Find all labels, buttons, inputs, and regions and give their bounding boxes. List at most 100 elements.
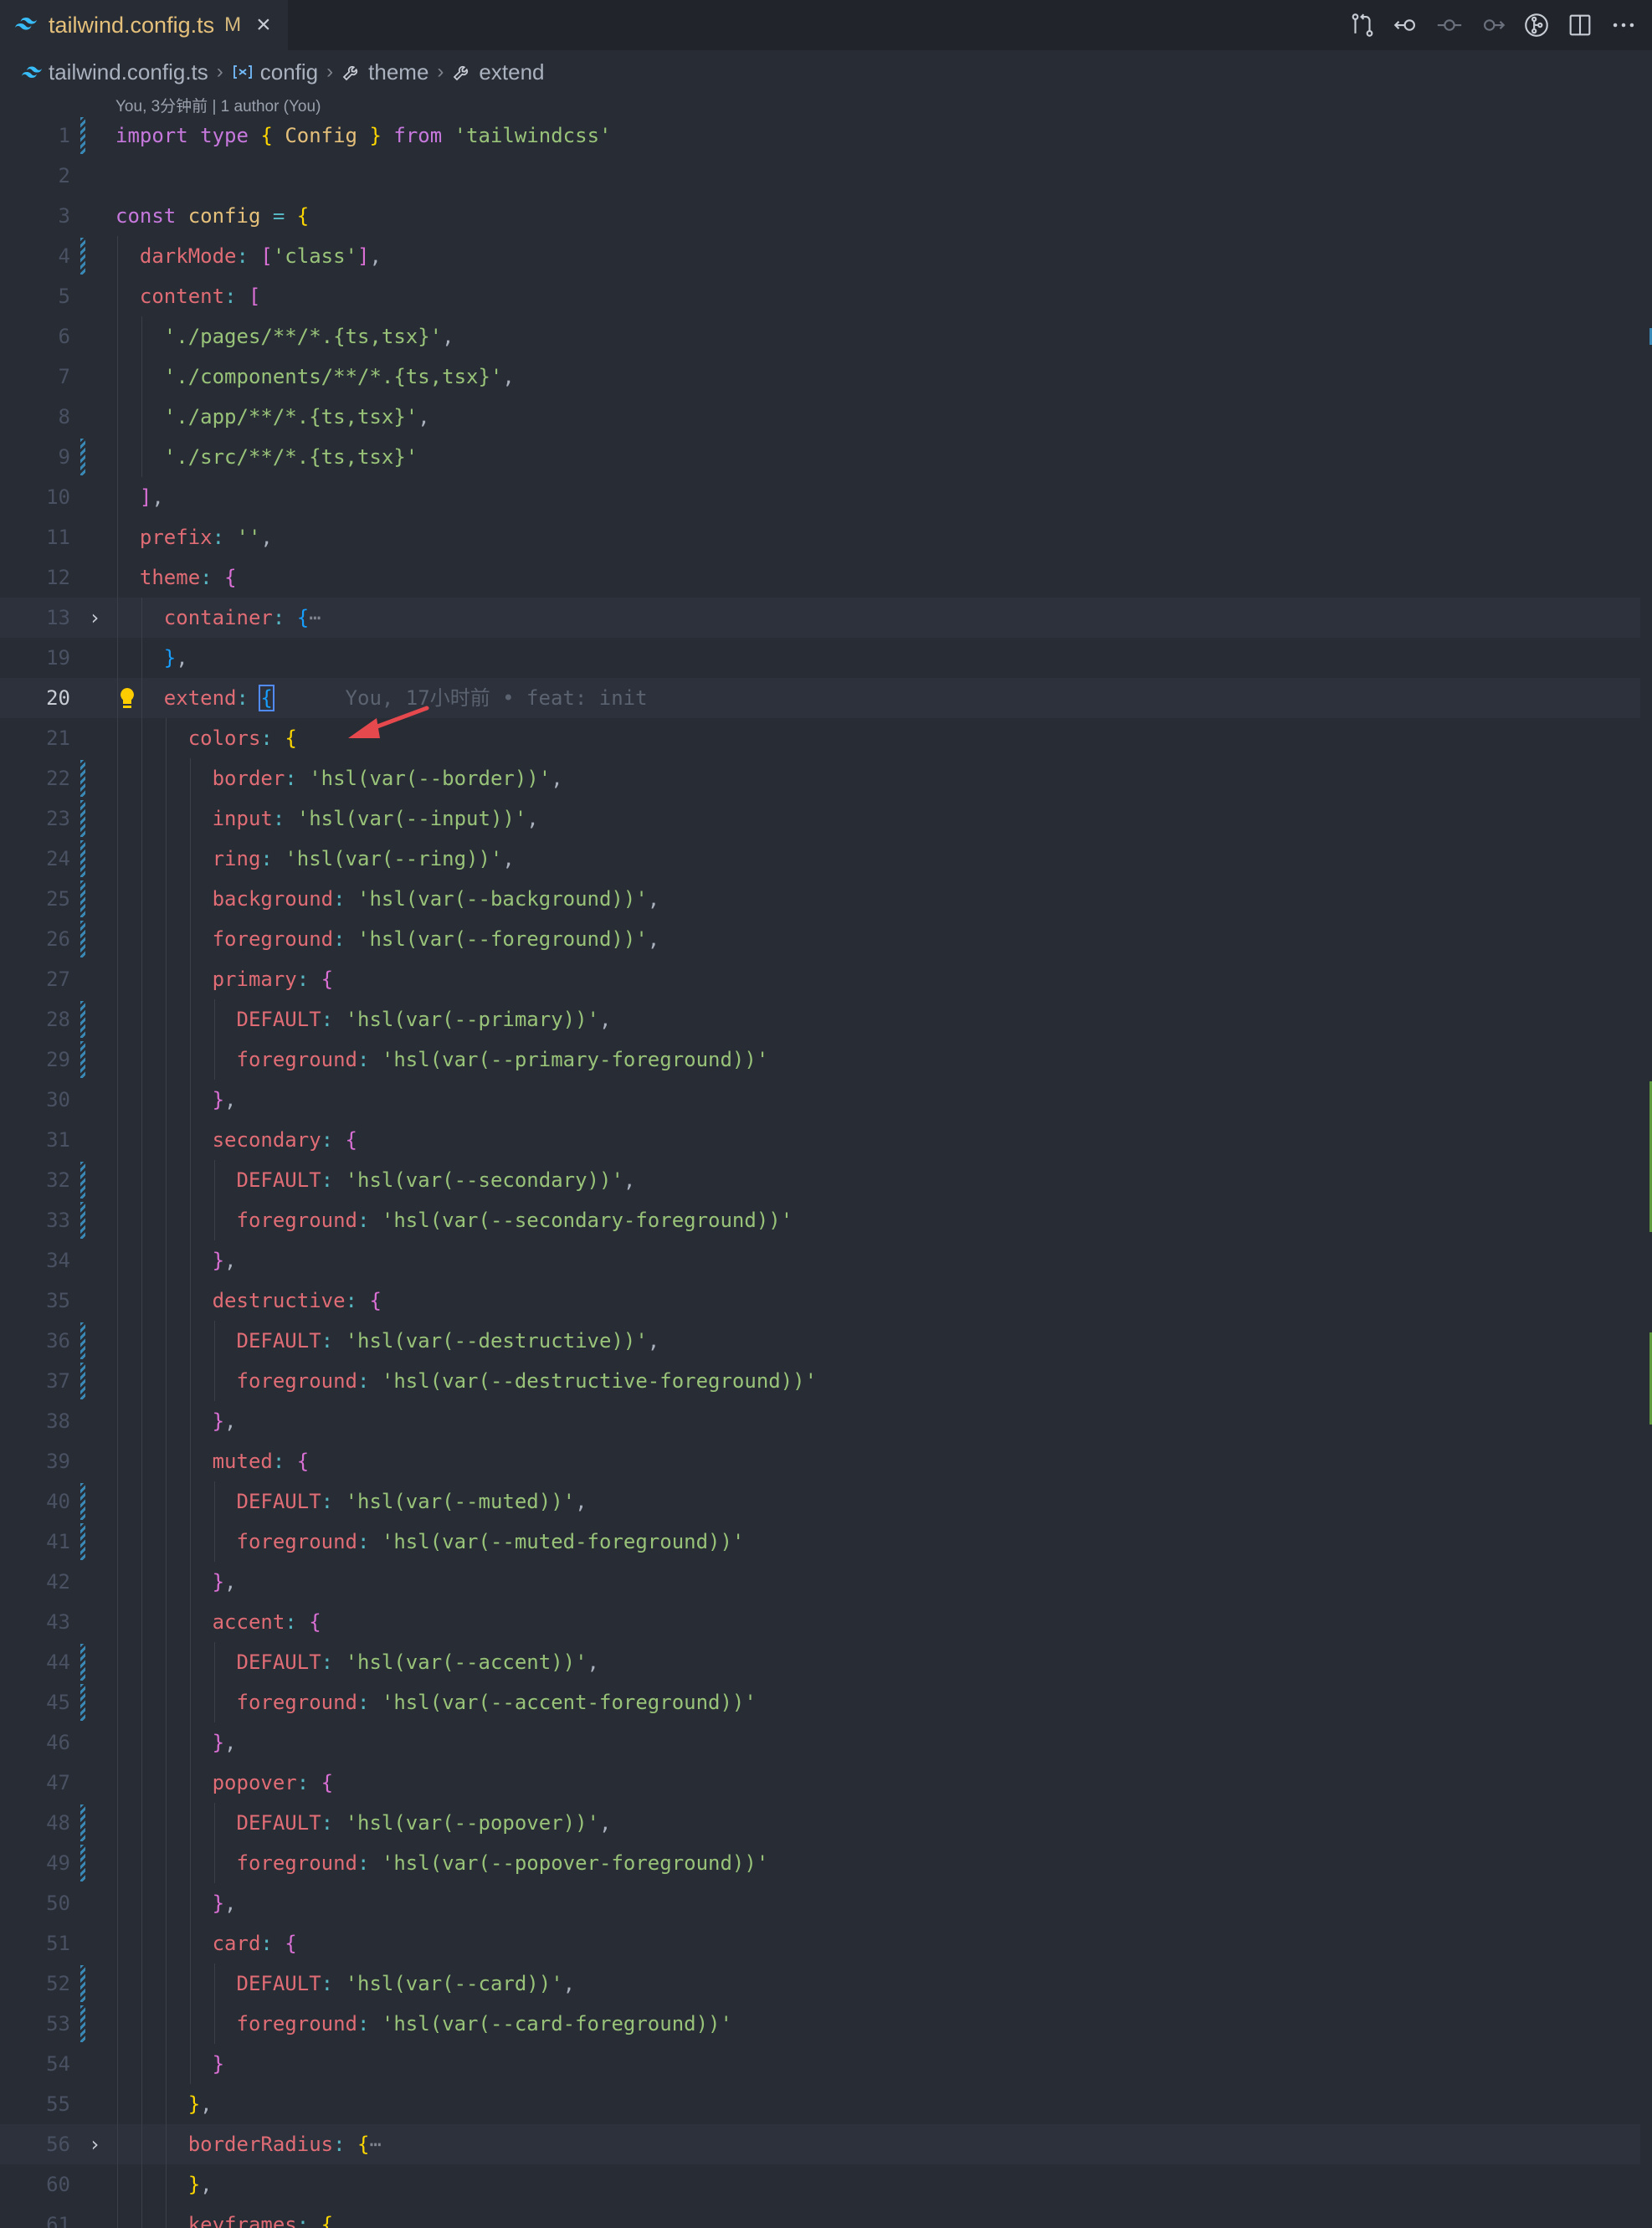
- git-change-indicator[interactable]: [80, 1162, 85, 1199]
- code-line[interactable]: 37 foreground: 'hsl(var(--destructive-fo…: [0, 1361, 1652, 1401]
- more-icon[interactable]: [1605, 7, 1642, 44]
- git-lens-icon[interactable]: [1518, 7, 1555, 44]
- git-change-indicator[interactable]: [80, 1644, 85, 1681]
- git-change-indicator[interactable]: [80, 800, 85, 837]
- code-line[interactable]: 25 background: 'hsl(var(--background))',: [0, 879, 1652, 919]
- split-editor-icon[interactable]: [1562, 7, 1598, 44]
- git-change-indicator[interactable]: [80, 238, 85, 275]
- git-change-indicator[interactable]: [80, 921, 85, 957]
- compare-changes-icon[interactable]: [1344, 7, 1381, 44]
- code-line[interactable]: 55 },: [0, 2084, 1652, 2124]
- fold-chevron-icon[interactable]: ›: [89, 2124, 100, 2164]
- git-change-indicator[interactable]: [80, 760, 85, 797]
- go-back-icon[interactable]: [1388, 7, 1424, 44]
- git-change-indicator[interactable]: [80, 1845, 85, 1881]
- breadcrumb-extend[interactable]: extend: [452, 59, 545, 85]
- code-line[interactable]: 50 },: [0, 1883, 1652, 1923]
- git-change-indicator[interactable]: [80, 880, 85, 917]
- code-line[interactable]: 45 foreground: 'hsl(var(--accent-foregro…: [0, 1682, 1652, 1722]
- code-line[interactable]: 9 './src/**/*.{ts,tsx}': [0, 437, 1652, 477]
- code-line[interactable]: 2: [0, 156, 1652, 196]
- git-change-indicator[interactable]: [80, 1363, 85, 1399]
- code-line[interactable]: 44 DEFAULT: 'hsl(var(--accent))',: [0, 1642, 1652, 1682]
- code-line[interactable]: 23 input: 'hsl(var(--input))',: [0, 798, 1652, 839]
- code-line[interactable]: 51 card: {: [0, 1923, 1652, 1964]
- code-line[interactable]: 48 DEFAULT: 'hsl(var(--popover))',: [0, 1803, 1652, 1843]
- git-change-indicator[interactable]: [80, 1523, 85, 1560]
- code-line[interactable]: 35 destructive: {: [0, 1281, 1652, 1321]
- code-line[interactable]: 21 colors: {: [0, 718, 1652, 758]
- code-line[interactable]: 56 › borderRadius: {⋯: [0, 2124, 1652, 2164]
- git-change-indicator[interactable]: [80, 840, 85, 877]
- tab-tailwind-config[interactable]: tailwind.config.ts M ×: [0, 0, 288, 50]
- code-line[interactable]: 40 DEFAULT: 'hsl(var(--muted))',: [0, 1481, 1652, 1522]
- code-line[interactable]: 34 },: [0, 1240, 1652, 1281]
- go-forward-icon[interactable]: [1475, 7, 1511, 44]
- git-change-indicator[interactable]: [80, 1483, 85, 1520]
- code-line[interactable]: 53 foreground: 'hsl(var(--card-foregroun…: [0, 2004, 1652, 2044]
- close-tab-icon[interactable]: ×: [256, 13, 271, 38]
- git-change-indicator[interactable]: [80, 1202, 85, 1239]
- code-line[interactable]: 36 DEFAULT: 'hsl(var(--destructive))',: [0, 1321, 1652, 1361]
- code-line[interactable]: 13 › container: {⋯: [0, 598, 1652, 638]
- code-line[interactable]: 20 extend: { You, 17小时前 • feat: init: [0, 678, 1652, 718]
- code-line[interactable]: 61 keyframes: {: [0, 2205, 1652, 2228]
- code-line[interactable]: 38 },: [0, 1401, 1652, 1441]
- code-line[interactable]: 28 DEFAULT: 'hsl(var(--primary))',: [0, 999, 1652, 1040]
- breadcrumb-file[interactable]: tailwind.config.ts: [22, 59, 208, 85]
- code-line[interactable]: 29 foreground: 'hsl(var(--primary-foregr…: [0, 1040, 1652, 1080]
- git-change-indicator[interactable]: [80, 1804, 85, 1841]
- overview-ruler[interactable]: [1640, 94, 1652, 2228]
- code-line[interactable]: 12 theme: {: [0, 557, 1652, 598]
- git-change-indicator[interactable]: [80, 1041, 85, 1078]
- code-line[interactable]: 4 darkMode: ['class'],: [0, 236, 1652, 276]
- inline-blame[interactable]: You, 17小时前 • feat: init: [273, 686, 648, 710]
- code-line[interactable]: 41 foreground: 'hsl(var(--muted-foregrou…: [0, 1522, 1652, 1562]
- breadcrumb-config[interactable]: config: [232, 59, 318, 85]
- code-line[interactable]: 52 DEFAULT: 'hsl(var(--card))',: [0, 1964, 1652, 2004]
- code-line[interactable]: 43 accent: {: [0, 1602, 1652, 1642]
- code-text: muted: {: [115, 1441, 310, 1481]
- code-line[interactable]: 6 './pages/**/*.{ts,tsx}',: [0, 316, 1652, 357]
- code-line[interactable]: 47 popover: {: [0, 1763, 1652, 1803]
- code-line[interactable]: 26 foreground: 'hsl(var(--foreground))',: [0, 919, 1652, 959]
- code-line[interactable]: 30 },: [0, 1080, 1652, 1120]
- code-line[interactable]: 33 foreground: 'hsl(var(--secondary-fore…: [0, 1200, 1652, 1240]
- code-line[interactable]: 3 const config = {: [0, 196, 1652, 236]
- code-line[interactable]: 60 },: [0, 2164, 1652, 2205]
- code-editor[interactable]: 1 import type { Config } from 'tailwindcs…: [0, 116, 1652, 2228]
- code-line[interactable]: 49 foreground: 'hsl(var(--popover-foregr…: [0, 1843, 1652, 1883]
- code-line[interactable]: 1 import type { Config } from 'tailwindcs…: [0, 116, 1652, 156]
- git-change-indicator[interactable]: [80, 1965, 85, 2002]
- commit-icon[interactable]: [1431, 7, 1468, 44]
- git-change-indicator[interactable]: [80, 1322, 85, 1359]
- git-change-indicator[interactable]: [80, 2005, 85, 2042]
- code-line[interactable]: 24 ring: 'hsl(var(--ring))',: [0, 839, 1652, 879]
- code-line[interactable]: 5 content: [: [0, 276, 1652, 316]
- code-line[interactable]: 22 border: 'hsl(var(--border))',: [0, 758, 1652, 798]
- line-number: 37: [46, 1369, 70, 1393]
- code-line[interactable]: 8 './app/**/*.{ts,tsx}',: [0, 397, 1652, 437]
- git-change-indicator[interactable]: [80, 439, 85, 475]
- codelens-blame[interactable]: You, 3分钟前 | 1 author (You): [115, 94, 321, 116]
- code-line[interactable]: 10 ],: [0, 477, 1652, 517]
- code-line[interactable]: 54 }: [0, 2044, 1652, 2084]
- code-line[interactable]: 42 },: [0, 1562, 1652, 1602]
- code-line[interactable]: 27 primary: {: [0, 959, 1652, 999]
- code-line[interactable]: 46 },: [0, 1722, 1652, 1763]
- code-line[interactable]: 39 muted: {: [0, 1441, 1652, 1481]
- code-token: ,: [599, 1008, 612, 1031]
- git-change-indicator[interactable]: [80, 1001, 85, 1038]
- code-line[interactable]: 19 },: [0, 638, 1652, 678]
- code-line[interactable]: 31 secondary: {: [0, 1120, 1652, 1160]
- git-change-indicator[interactable]: [80, 117, 85, 154]
- code-text: accent: {: [115, 1602, 321, 1642]
- breadcrumb-theme[interactable]: theme: [341, 59, 428, 85]
- code-line[interactable]: 7 './components/**/*.{ts,tsx}',: [0, 357, 1652, 397]
- git-change-indicator[interactable]: [80, 1684, 85, 1721]
- code-line[interactable]: 32 DEFAULT: 'hsl(var(--secondary))',: [0, 1160, 1652, 1200]
- fold-chevron-icon[interactable]: ›: [89, 598, 100, 638]
- code-line[interactable]: 11 prefix: '',: [0, 517, 1652, 557]
